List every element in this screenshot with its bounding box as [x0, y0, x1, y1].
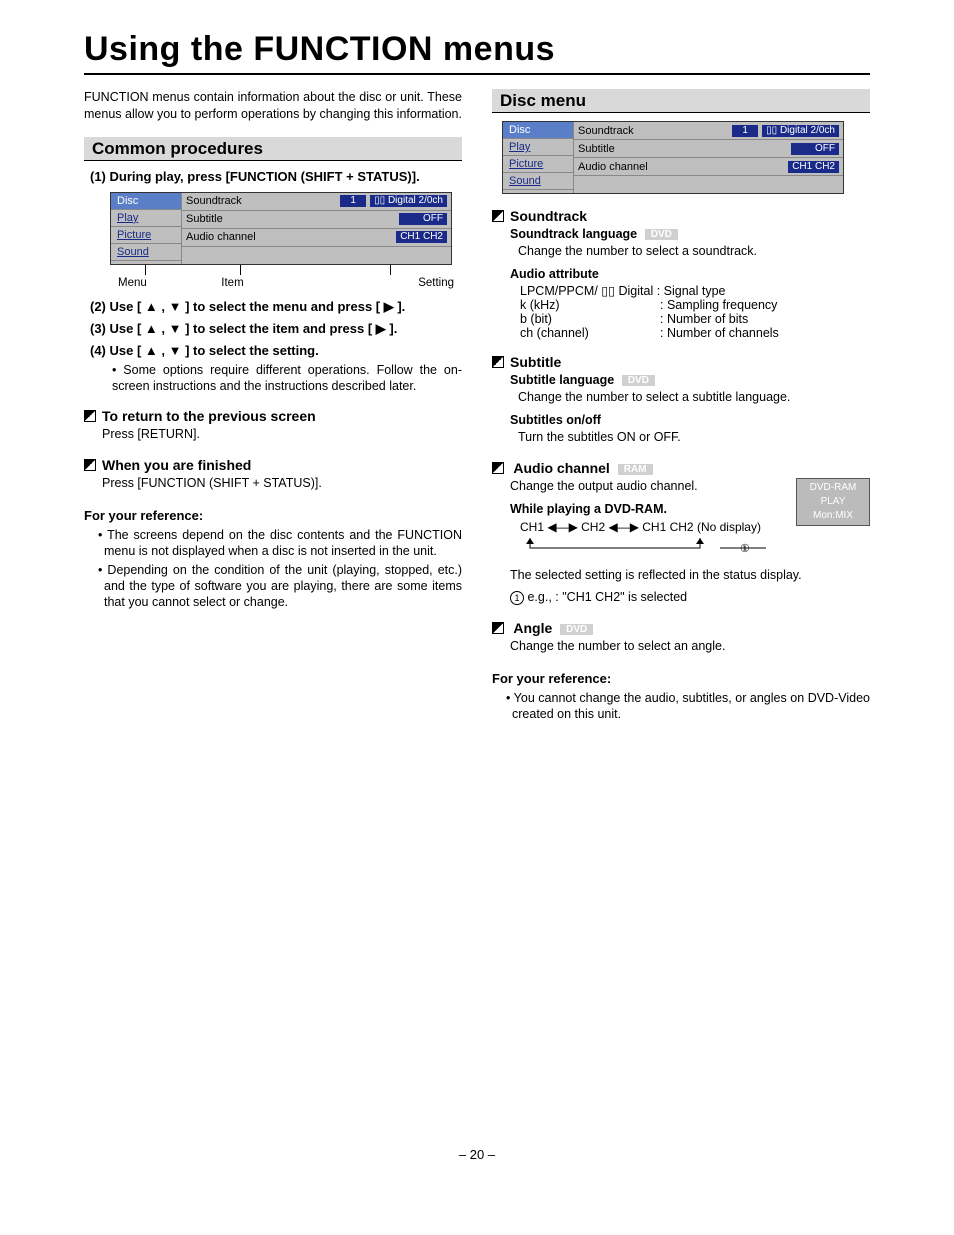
osd-value: ▯▯ Digital 2/0ch	[370, 195, 447, 207]
status-display-box: DVD-RAM PLAY Mon:MIX	[796, 478, 870, 526]
osd-item-audiochannel: Audio channel	[186, 231, 392, 243]
osd-menu-disc: Disc	[503, 122, 573, 139]
reflected-text: The selected setting is reflected in the…	[510, 567, 870, 584]
attr-b-val: : Number of bits	[660, 312, 748, 326]
page-title: Using the FUNCTION menus	[84, 30, 870, 69]
attr-k-val: : Sampling frequency	[660, 298, 777, 312]
while-dvdram-label: While playing a DVD-RAM.	[510, 502, 667, 516]
osd-menu-picture: Picture	[503, 156, 573, 173]
dvd-badge: DVD	[645, 229, 678, 240]
step-1: (1) During play, press [FUNCTION (SHIFT …	[90, 169, 462, 184]
angle-heading-text: Angle	[513, 620, 552, 636]
left-column: FUNCTION menus contain information about…	[84, 89, 462, 725]
disc-menu-heading: Disc menu	[492, 89, 870, 113]
osd-value: OFF	[399, 213, 447, 225]
subtitle-onoff-label: Subtitles on/off	[510, 413, 601, 427]
subtitle-onoff-text: Turn the subtitles ON or OFF.	[518, 429, 870, 446]
osd-menu-sound: Sound	[503, 173, 573, 190]
subtitle-lang-label: Subtitle language	[510, 373, 614, 387]
soundtrack-lang-text: Change the number to select a soundtrack…	[518, 243, 870, 260]
subtitle-heading: Subtitle	[492, 354, 870, 370]
attr-b: b (bit)	[520, 312, 660, 326]
step-3: (3) Use [ ▲ , ▼ ] to select the item and…	[90, 321, 462, 337]
reference-heading: For your reference:	[84, 508, 462, 523]
osd-value: CH1 CH2	[396, 231, 447, 243]
example-text: e.g., : "CH1 CH2" is selected	[527, 590, 687, 604]
divider	[84, 73, 870, 75]
return-heading: To return to the previous screen	[84, 408, 462, 424]
reference-heading: For your reference:	[492, 671, 870, 686]
right-column: Disc menu Disc Play Picture Sound Soundt…	[492, 89, 870, 725]
osd-value: CH1 CH2	[788, 161, 839, 173]
osd-menu: Disc Play Picture Sound Soundtrack 1 ▯▯ …	[502, 121, 844, 194]
angle-heading: Angle DVD	[492, 620, 870, 636]
osd-value: ▯▯ Digital 2/0ch	[762, 125, 839, 137]
osd-value: 1	[340, 195, 366, 207]
osd-item-audiochannel: Audio channel	[578, 161, 784, 173]
osd-menu-play: Play	[503, 139, 573, 156]
dvd-badge: DVD	[560, 624, 593, 635]
osd-menu-play: Play	[111, 210, 181, 227]
step-4: (4) Use [ ▲ , ▼ ] to select the setting.	[90, 343, 462, 358]
attr-signal-type: LPCM/PPCM/ ▯▯ Digital : Signal type	[520, 283, 870, 298]
reference-1: • The screens depend on the disc content…	[98, 527, 462, 560]
osd-item-soundtrack: Soundtrack	[186, 195, 336, 207]
statbox-l1: DVD-RAM	[797, 481, 869, 495]
osd-menu-picture: Picture	[111, 227, 181, 244]
osd-menu-sound: Sound	[111, 244, 181, 261]
statbox-l3: Mon:MIX	[797, 509, 869, 523]
osd-value: 1	[732, 125, 758, 137]
subtitle-lang-text: Change the number to select a subtitle l…	[518, 389, 870, 406]
osd-menu: Disc Play Picture Sound Soundtrack 1 ▯▯ …	[110, 192, 452, 265]
page-number: – 20 –	[42, 1147, 912, 1162]
osd-menu-disc: Disc	[111, 193, 181, 210]
reference-2: • Depending on the condition of the unit…	[98, 562, 462, 611]
circled-1-icon: 1	[510, 591, 524, 605]
audio-channel-heading-text: Audio channel	[513, 460, 609, 476]
step-2: (2) Use [ ▲ , ▼ ] to select the menu and…	[90, 299, 462, 315]
intro-text: FUNCTION menus contain information about…	[84, 89, 462, 123]
osd-label-item: Item	[221, 277, 243, 289]
audio-channel-heading: Audio channel RAM	[492, 460, 870, 476]
osd-value: OFF	[791, 143, 839, 155]
diagram-arrows: ①	[520, 536, 770, 560]
svg-text:①: ①	[740, 543, 750, 555]
statbox-l2: PLAY	[797, 495, 869, 509]
soundtrack-lang-label: Soundtrack language	[510, 227, 637, 241]
finish-text: Press [FUNCTION (SHIFT + STATUS)].	[102, 475, 462, 492]
ram-badge: RAM	[618, 464, 653, 475]
common-heading: Common procedures	[84, 137, 462, 161]
osd-item-subtitle: Subtitle	[186, 213, 395, 225]
audio-attribute-label: Audio attribute	[510, 267, 599, 281]
angle-text: Change the number to select an angle.	[510, 638, 870, 655]
soundtrack-heading: Soundtrack	[492, 208, 870, 224]
dvd-badge: DVD	[622, 375, 655, 386]
osd-item-soundtrack: Soundtrack	[578, 125, 728, 137]
osd-item-subtitle: Subtitle	[578, 143, 787, 155]
finish-heading: When you are finished	[84, 457, 462, 473]
attr-ch: ch (channel)	[520, 326, 660, 340]
attr-ch-val: : Number of channels	[660, 326, 779, 340]
step-4-note: • Some options require different operati…	[112, 362, 462, 395]
reference-right-1: • You cannot change the audio, subtitles…	[506, 690, 870, 723]
return-text: Press [RETURN].	[102, 426, 462, 443]
attr-k: k (kHz)	[520, 298, 660, 312]
